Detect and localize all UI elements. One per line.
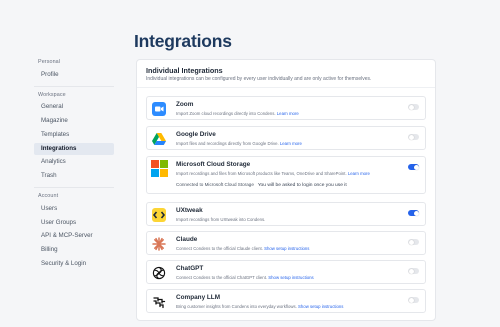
uxtweak-icon bbox=[152, 208, 166, 222]
zoom-toggle[interactable] bbox=[408, 104, 419, 110]
sidebar-item-magazine[interactable]: Magazine bbox=[34, 115, 114, 127]
chatgpt-toggle[interactable] bbox=[408, 268, 419, 274]
google-drive-icon bbox=[152, 132, 166, 146]
integration-name: Company LLM bbox=[176, 294, 221, 301]
sidebar-item-analytics[interactable]: Analytics bbox=[34, 156, 114, 168]
connection-status: Connected to Microsoft Cloud Storage You… bbox=[176, 182, 347, 188]
page-title: Integrations bbox=[134, 31, 232, 51]
microsoft-toggle[interactable] bbox=[408, 164, 419, 170]
sidebar-divider bbox=[34, 86, 114, 87]
integration-zoom: Zoom Import Zoom cloud recordings direct… bbox=[146, 96, 426, 120]
integration-google-drive: Google Drive Import files and recordings… bbox=[146, 126, 426, 150]
integration-description: Import recordings from UXtweak into Cond… bbox=[176, 217, 266, 222]
integration-name: Microsoft Cloud Storage bbox=[176, 161, 251, 168]
setup-instructions-link[interactable]: Show setup instructions bbox=[268, 275, 313, 280]
sidebar-divider bbox=[34, 187, 114, 188]
integration-description: Connect Condens to the official ChatGPT … bbox=[176, 275, 314, 280]
zoom-icon bbox=[152, 102, 166, 116]
sidebar-item-templates[interactable]: Templates bbox=[34, 129, 114, 141]
sidebar-section-personal: Personal bbox=[38, 59, 61, 65]
setup-instructions-link[interactable]: Show setup instructions bbox=[298, 304, 343, 309]
sidebar-item-billing[interactable]: Billing bbox=[34, 244, 114, 256]
learn-more-link[interactable]: Learn more bbox=[277, 111, 299, 116]
sidebar-item-profile[interactable]: Profile bbox=[34, 69, 114, 81]
sidebar-section-workspace: Workspace bbox=[38, 92, 66, 98]
sidebar-section-account: Account bbox=[38, 193, 59, 199]
uxtweak-toggle[interactable] bbox=[408, 210, 419, 216]
integration-chatgpt: ChatGPT Connect Condens to the official … bbox=[146, 260, 426, 284]
integration-name: Zoom bbox=[176, 101, 194, 108]
sidebar-item-general[interactable]: General bbox=[34, 101, 114, 113]
company-llm-toggle[interactable] bbox=[408, 297, 419, 303]
integration-description: Bring customer insights from Condens int… bbox=[176, 304, 344, 309]
sidebar-item-integrations[interactable]: Integrations bbox=[34, 143, 114, 155]
integration-description: Import Zoom cloud recordings directly in… bbox=[176, 111, 299, 116]
learn-more-link[interactable]: Learn more bbox=[348, 171, 370, 176]
chatgpt-icon bbox=[152, 266, 166, 280]
integration-uxtweak: UXtweak Import recordings from UXtweak i… bbox=[146, 202, 426, 226]
integration-name: UXtweak bbox=[176, 207, 203, 214]
sidebar: Personal Profile Workspace General Magaz… bbox=[0, 0, 120, 327]
card-divider bbox=[137, 87, 435, 88]
sidebar-item-api-mcp-server[interactable]: API & MCP-Server bbox=[34, 230, 114, 242]
integration-name: ChatGPT bbox=[176, 265, 204, 272]
integration-claude: Claude Connect Condens to the official C… bbox=[146, 231, 426, 255]
integration-microsoft-cloud-storage: Microsoft Cloud Storage Import recording… bbox=[146, 156, 426, 194]
sidebar-item-users[interactable]: Users bbox=[34, 203, 114, 215]
claude-toggle[interactable] bbox=[408, 239, 419, 245]
individual-integrations-card: Individual Integrations Individual integ… bbox=[136, 59, 436, 321]
sidebar-item-trash[interactable]: Trash bbox=[34, 170, 114, 182]
card-subtitle: Individual integrations can be configure… bbox=[146, 76, 372, 82]
learn-more-link[interactable]: Learn more bbox=[280, 141, 302, 146]
sidebar-item-user-groups[interactable]: User Groups bbox=[34, 217, 114, 229]
company-llm-icon bbox=[152, 295, 166, 309]
integration-company-llm: Company LLM Bring customer insights from… bbox=[146, 289, 426, 313]
claude-icon bbox=[152, 237, 166, 251]
sidebar-item-security-login[interactable]: Security & Login bbox=[34, 258, 114, 270]
google-drive-toggle[interactable] bbox=[408, 134, 419, 140]
microsoft-icon bbox=[151, 160, 168, 177]
setup-instructions-link[interactable]: Show setup instructions bbox=[264, 246, 309, 251]
integration-name: Google Drive bbox=[176, 131, 216, 138]
card-title: Individual Integrations bbox=[146, 66, 223, 75]
integration-name: Claude bbox=[176, 236, 198, 243]
integration-description: Import files and recordings directly fro… bbox=[176, 141, 302, 146]
integration-description: Connect Condens to the official Claude c… bbox=[176, 246, 310, 251]
integration-description: Import recordings and files from Microso… bbox=[176, 171, 370, 176]
